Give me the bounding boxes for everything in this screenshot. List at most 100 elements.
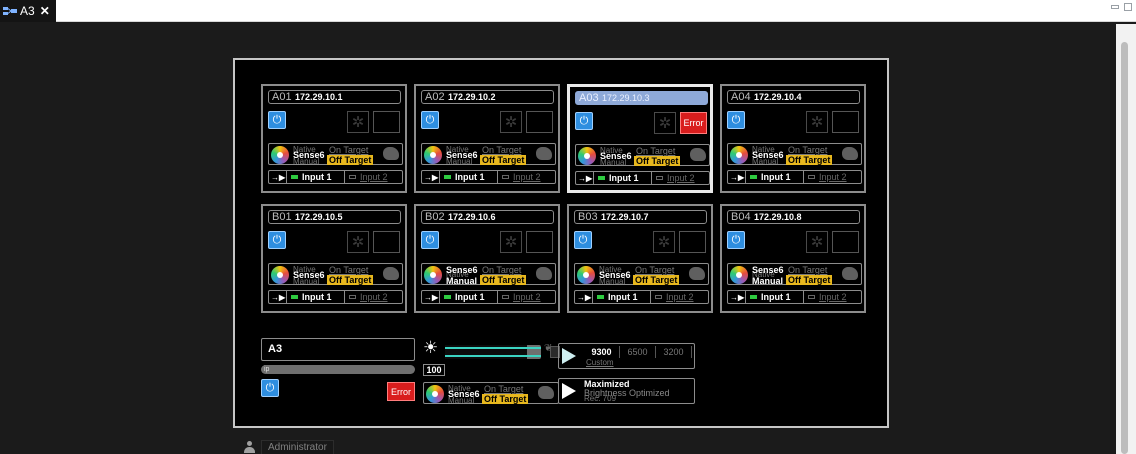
gear-icon[interactable]: ✲ bbox=[806, 231, 828, 253]
input-1-button[interactable]: Input 1 bbox=[746, 171, 804, 183]
on-target-link[interactable]: On Target bbox=[482, 145, 521, 155]
projector-name-bar[interactable]: B01 172.29.10.5 bbox=[268, 210, 401, 224]
input-1-button[interactable]: Input 1 bbox=[593, 291, 651, 303]
ct-option-6500[interactable]: 6500 bbox=[620, 346, 656, 358]
color-mode-control[interactable]: Native Sense6 Manual On Target Off Target bbox=[574, 263, 709, 286]
input-switch-icon[interactable]: →▶ bbox=[269, 171, 287, 183]
gear-icon[interactable]: ✲ bbox=[347, 231, 369, 253]
gear-icon[interactable]: ✲ bbox=[653, 231, 675, 253]
mode-manual[interactable]: Manual bbox=[446, 277, 477, 286]
projector-card-a04[interactable]: A04 172.29.10.4 ⏻ ✲ Native Sense6 Manual On Tar… bbox=[720, 84, 866, 193]
hand-icon[interactable] bbox=[383, 147, 399, 160]
projector-name-bar[interactable]: B03 172.29.10.7 bbox=[574, 210, 707, 224]
on-target-link[interactable]: On Target bbox=[788, 145, 827, 155]
projector-card-a03[interactable]: A03 172.29.10.3 ⏻ ✲ Error Native Sense6 Manual O… bbox=[567, 84, 713, 193]
off-target-badge[interactable]: Off Target bbox=[786, 155, 833, 165]
on-target-link[interactable]: On Target bbox=[329, 145, 368, 155]
color-mode-control[interactable]: Native Sense6 Manual On Target Off Target bbox=[421, 143, 556, 166]
power-button[interactable]: ⏻ bbox=[575, 112, 593, 130]
hand-icon[interactable] bbox=[536, 267, 552, 280]
off-target-badge[interactable]: Off Target bbox=[786, 275, 833, 285]
power-button[interactable]: ⏻ bbox=[268, 111, 286, 129]
power-button[interactable]: ⏻ bbox=[727, 111, 745, 129]
power-button[interactable]: ⏻ bbox=[727, 231, 745, 249]
on-target-link[interactable]: On Target bbox=[636, 146, 675, 156]
picture-mode-control[interactable]: Maximized Brightness Optimized Rec. 709 bbox=[558, 378, 695, 404]
off-target-badge[interactable]: Off Target bbox=[327, 155, 374, 165]
projector-card-b04[interactable]: B04 172.29.10.8 ⏻ ✲ Native Sense6 Manual On Tar… bbox=[720, 204, 866, 313]
minimize-icon[interactable] bbox=[1111, 5, 1119, 9]
close-icon[interactable]: ✕ bbox=[40, 4, 50, 18]
error-badge[interactable]: Error bbox=[680, 112, 707, 134]
hand-icon[interactable] bbox=[689, 267, 705, 280]
color-mode-control[interactable]: Native Sense6 Manual On Target Off Target bbox=[268, 263, 403, 286]
ct-option-9300[interactable]: 9300 bbox=[584, 346, 620, 358]
projector-card-a02[interactable]: A02 172.29.10.2 ⏻ ✲ Native Sense6 Manual On Tar… bbox=[414, 84, 560, 193]
mode-sense6[interactable]: Sense6 bbox=[446, 265, 478, 275]
projector-name-bar[interactable]: B04 172.29.10.8 bbox=[727, 210, 860, 224]
mode-manual[interactable]: Manual bbox=[293, 277, 319, 286]
input-1-button[interactable]: Input 1 bbox=[440, 291, 498, 303]
input-1-button[interactable]: Input 1 bbox=[746, 291, 804, 303]
hand-icon[interactable] bbox=[842, 147, 858, 160]
input-switch-icon[interactable]: →▶ bbox=[728, 171, 746, 183]
input-switch-icon[interactable]: →▶ bbox=[422, 171, 440, 183]
power-button[interactable]: ⏻ bbox=[574, 231, 592, 249]
gear-icon[interactable]: ✲ bbox=[806, 111, 828, 133]
projector-name-bar[interactable]: A03 172.29.10.3 bbox=[575, 91, 708, 105]
on-target-link[interactable]: On Target bbox=[482, 265, 521, 275]
input-switch-icon[interactable]: →▶ bbox=[422, 291, 440, 303]
input-2-button[interactable]: Input 2 bbox=[498, 172, 541, 182]
power-button[interactable]: ⏻ bbox=[268, 231, 286, 249]
off-target-badge[interactable]: Off Target bbox=[633, 275, 680, 285]
input-switch-icon[interactable]: →▶ bbox=[269, 291, 287, 303]
selected-projector-name[interactable]: A3 bbox=[261, 338, 415, 361]
input-1-button[interactable]: Input 1 bbox=[440, 171, 498, 183]
mode-sense6[interactable]: Sense6 bbox=[752, 265, 784, 275]
user-name[interactable]: Administrator bbox=[261, 439, 334, 454]
input-1-button[interactable]: Input 1 bbox=[594, 172, 652, 184]
input-2-button[interactable]: Input 2 bbox=[498, 292, 541, 302]
error-badge[interactable]: Error bbox=[387, 382, 415, 401]
maximize-icon[interactable] bbox=[1124, 3, 1132, 11]
vertical-scrollbar[interactable] bbox=[1116, 24, 1136, 454]
brightness-slider[interactable] bbox=[445, 345, 560, 359]
mode-manual[interactable]: Manual bbox=[600, 158, 626, 167]
input-2-button[interactable]: Input 2 bbox=[804, 172, 847, 182]
color-mode-control[interactable]: Native Sense6 Manual On Target Off Target bbox=[575, 144, 710, 167]
hand-icon[interactable] bbox=[538, 386, 554, 399]
gear-icon[interactable]: ✲ bbox=[347, 111, 369, 133]
mode-manual[interactable]: Manual bbox=[446, 157, 472, 166]
on-target-link[interactable]: On Target bbox=[788, 265, 827, 275]
gear-icon[interactable]: ✲ bbox=[500, 111, 522, 133]
hand-icon[interactable] bbox=[842, 267, 858, 280]
input-2-button[interactable]: Input 2 bbox=[345, 172, 388, 182]
hand-icon[interactable] bbox=[383, 267, 399, 280]
power-button[interactable]: ⏻ bbox=[421, 111, 439, 129]
projector-name-bar[interactable]: A04 172.29.10.4 bbox=[727, 90, 860, 104]
power-button[interactable]: ⏻ bbox=[261, 379, 279, 397]
off-target-badge[interactable]: Off Target bbox=[634, 156, 681, 166]
input-1-button[interactable]: Input 1 bbox=[287, 291, 345, 303]
hand-icon[interactable] bbox=[690, 148, 706, 161]
eco-leaf-icon[interactable]: ❦ bbox=[544, 343, 552, 354]
color-mode-control[interactable]: Native Sense6 Manual On Target Off Target bbox=[727, 143, 862, 166]
color-mode-control[interactable]: Native Sense6 Manual On Target Off Targe… bbox=[423, 382, 559, 405]
on-target-link[interactable]: On Target bbox=[329, 265, 368, 275]
mode-manual[interactable]: Manual bbox=[599, 277, 625, 286]
gear-icon[interactable]: ✲ bbox=[500, 231, 522, 253]
mode-manual[interactable]: Manual bbox=[293, 157, 319, 166]
gear-icon[interactable]: ✲ bbox=[654, 112, 676, 134]
mode-manual[interactable]: Manual bbox=[752, 157, 778, 166]
input-switch-icon[interactable]: →▶ bbox=[728, 291, 746, 303]
on-target-link[interactable]: On Target bbox=[635, 265, 674, 275]
color-mode-control[interactable]: Native Sense6 Manual On Target Off Target bbox=[727, 263, 862, 286]
projector-name-bar[interactable]: A01 172.29.10.1 bbox=[268, 90, 401, 104]
projector-card-b02[interactable]: B02 172.29.10.6 ⏻ ✲ Native Sense6 Manual On Tar… bbox=[414, 204, 560, 313]
ct-option-3200[interactable]: 3200 bbox=[656, 346, 692, 358]
projector-name-bar[interactable]: B02 172.29.10.6 bbox=[421, 210, 554, 224]
input-2-button[interactable]: Input 2 bbox=[651, 292, 694, 302]
scrollbar-thumb[interactable] bbox=[1121, 42, 1128, 454]
tab-a3[interactable]: A3 ✕ bbox=[0, 0, 56, 22]
power-button[interactable]: ⏻ bbox=[421, 231, 439, 249]
